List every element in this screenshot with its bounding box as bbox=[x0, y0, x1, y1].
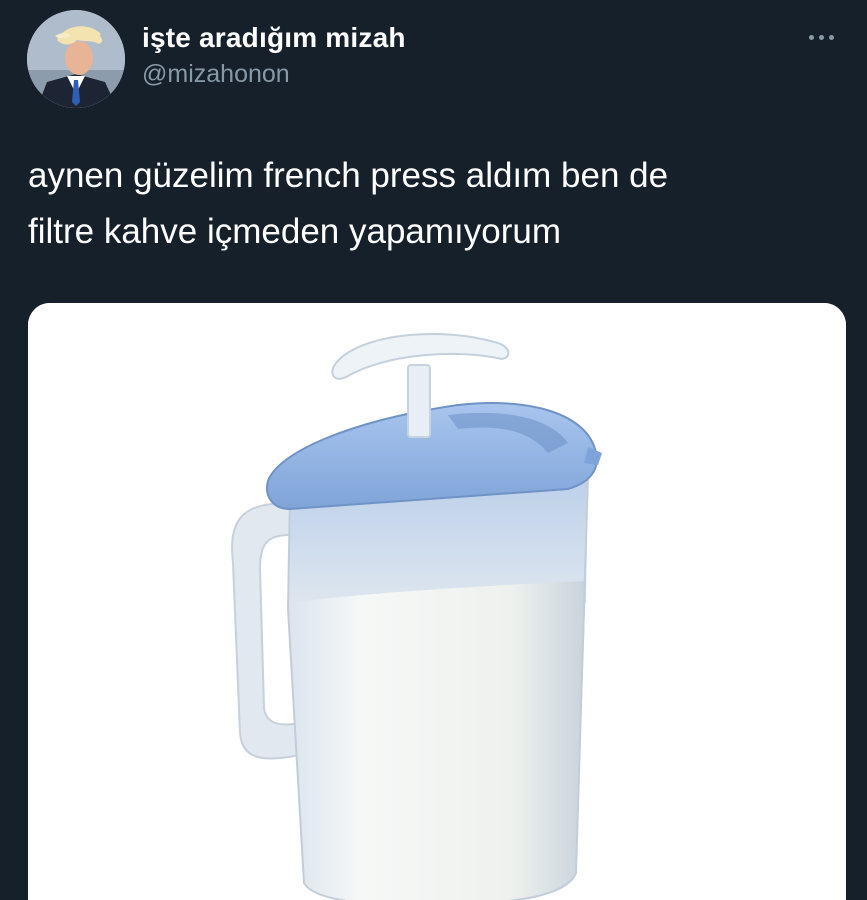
pitcher-photo-icon bbox=[28, 303, 846, 900]
author-handle[interactable]: @mizahonon bbox=[142, 60, 290, 89]
author-display-name[interactable]: işte aradığım mizah bbox=[142, 22, 406, 54]
tweet-text: aynen güzelim french press aldım ben de … bbox=[28, 156, 669, 251]
author-avatar[interactable] bbox=[27, 10, 125, 108]
more-horizontal-icon bbox=[808, 34, 814, 40]
avatar-image-icon bbox=[27, 10, 125, 108]
more-options-button[interactable] bbox=[801, 22, 841, 52]
tweet-card: işte aradığım mizah @mizahonon aynen güz… bbox=[0, 0, 867, 900]
tweet-media-photo[interactable] bbox=[28, 303, 846, 900]
